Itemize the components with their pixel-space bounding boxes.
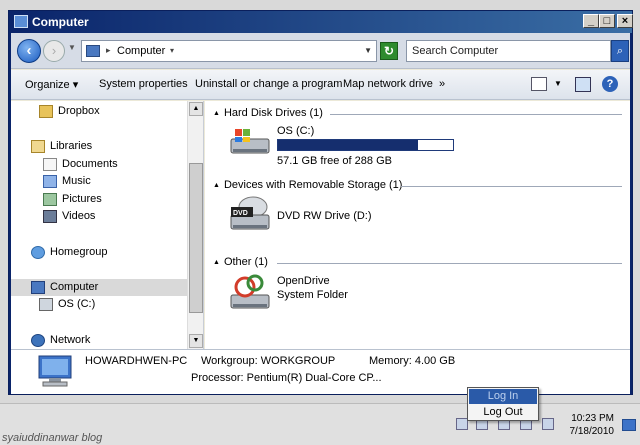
close-button[interactable]: ×	[617, 14, 633, 28]
volume-icon[interactable]	[542, 418, 554, 430]
pictures-icon	[43, 192, 57, 206]
computer-icon	[86, 45, 100, 57]
change-view-icon[interactable]	[531, 77, 547, 91]
nav-item-dropbox[interactable]: Dropbox	[39, 103, 100, 120]
pc-name: HOWARDHWEN-PC	[85, 355, 188, 367]
search-input[interactable]: Search Computer	[406, 40, 611, 62]
maximize-button[interactable]: □	[599, 14, 615, 28]
computer-icon	[14, 15, 28, 28]
title-bar[interactable]: Computer _ □ ×	[9, 11, 633, 33]
clock[interactable]: 10:23 PM 7/18/2010	[566, 412, 615, 438]
organize-button[interactable]: Organize ▾	[25, 78, 78, 91]
libraries-icon	[31, 139, 45, 153]
processor: Processor: Pentium(R) Dual-Core CP...	[191, 372, 382, 384]
opendrive-type: System Folder	[277, 289, 348, 301]
drive-icon	[39, 297, 53, 311]
system-properties-button[interactable]: System properties	[99, 78, 188, 90]
group-divider	[277, 263, 622, 264]
nav-item-libraries[interactable]: Libraries	[31, 138, 92, 155]
refresh-button[interactable]: ↻	[380, 42, 398, 60]
breadcrumb-computer[interactable]: Computer	[117, 45, 165, 57]
nav-item-documents[interactable]: Documents	[43, 156, 118, 173]
content-pane: ▲ Hard Disk Drives (1) OS (C:) 57.1 GB fr…	[205, 101, 630, 349]
nav-item-pictures[interactable]: Pictures	[43, 191, 102, 208]
menu-item-log-out[interactable]: Log Out	[469, 405, 537, 420]
drive-os-c[interactable]: OS (C:) 57.1 GB free of 288 GB	[229, 125, 489, 167]
opendrive-folder[interactable]: OpenDrive System Folder	[229, 274, 489, 315]
explorer-window: Computer _ □ × ‹ › ▼ ▸ Computer ▾ ▼ ↻ Se…	[8, 10, 633, 395]
nav-item-homegroup[interactable]: Homegroup	[31, 244, 107, 261]
opendrive-name: OpenDrive	[277, 275, 330, 287]
command-bar: Organize ▾ System properties Uninstall o…	[11, 70, 630, 100]
breadcrumb-arrow-icon[interactable]: ▾	[170, 46, 174, 55]
drive-free-space: 57.1 GB free of 288 GB	[277, 155, 392, 167]
disk-usage-fill	[278, 140, 418, 150]
drive-name: OS (C:)	[277, 125, 315, 137]
more-commands-button[interactable]: »	[439, 78, 445, 90]
drive-name: DVD RW Drive (D:)	[277, 210, 372, 222]
nav-item-videos[interactable]: Videos	[43, 208, 95, 225]
address-field[interactable]: ▸ Computer ▾ ▼	[81, 40, 377, 62]
computer-icon	[38, 355, 72, 387]
videos-icon	[43, 209, 57, 223]
help-icon[interactable]: ?	[602, 76, 618, 92]
documents-icon	[43, 157, 57, 171]
tray-context-menu: Log In Log Out	[467, 387, 539, 421]
group-divider	[330, 114, 622, 115]
nav-item-computer[interactable]: Computer	[11, 279, 187, 296]
drive-dvd-d[interactable]: DVD DVD RW Drive (D:)	[229, 196, 489, 241]
group-header-hdd[interactable]: ▲ Hard Disk Drives (1)	[213, 107, 323, 119]
memory: Memory: 4.00 GB	[369, 355, 456, 367]
map-network-drive-button[interactable]: Map network drive	[343, 78, 433, 90]
scroll-down-icon[interactable]: ▼	[189, 334, 203, 348]
music-icon	[43, 174, 57, 188]
breadcrumb-separator-icon[interactable]: ▸	[106, 45, 111, 56]
workgroup: Workgroup: WORKGROUP	[201, 355, 336, 367]
clock-date: 7/18/2010	[569, 426, 615, 437]
address-bar: ‹ › ▼ ▸ Computer ▾ ▼ ↻ Search Computer ⌕	[11, 33, 630, 69]
scroll-up-icon[interactable]: ▲	[189, 102, 203, 116]
window-title: Computer	[32, 15, 89, 29]
show-desktop-button[interactable]	[622, 419, 636, 431]
dvd-drive-icon: DVD	[230, 196, 270, 230]
disk-usage-bar	[277, 139, 454, 151]
collapse-arrow-icon[interactable]: ▲	[213, 110, 220, 117]
network-icon	[31, 333, 45, 347]
nav-item-os-drive[interactable]: OS (C:)	[39, 296, 95, 313]
minimize-button[interactable]: _	[583, 14, 599, 28]
homegroup-icon	[31, 245, 45, 259]
preview-pane-icon[interactable]	[575, 77, 591, 92]
collapse-arrow-icon[interactable]: ▲	[213, 259, 220, 266]
group-divider	[401, 186, 622, 187]
back-button[interactable]: ‹	[17, 39, 41, 63]
window-client: ‹ › ▼ ▸ Computer ▾ ▼ ↻ Search Computer ⌕…	[11, 33, 630, 394]
dvd-icon-label: DVD	[233, 210, 248, 217]
opendrive-icon	[230, 274, 270, 309]
group-header-removable[interactable]: ▲ Devices with Removable Storage (1)	[213, 179, 402, 191]
group-header-other[interactable]: ▲ Other (1)	[213, 256, 268, 268]
address-dropdown-icon[interactable]: ▼	[364, 46, 372, 55]
scroll-thumb[interactable]	[189, 163, 203, 313]
nav-item-network[interactable]: Network	[31, 332, 90, 349]
folder-icon	[39, 104, 53, 118]
nav-item-music[interactable]: Music	[43, 173, 91, 190]
uninstall-program-button[interactable]: Uninstall or change a program	[195, 78, 342, 90]
navigation-pane: Dropbox Libraries Documents Music Pictur…	[11, 101, 204, 349]
recent-pages-dropdown[interactable]: ▼	[68, 43, 76, 52]
view-dropdown-icon[interactable]: ▼	[554, 79, 562, 88]
taskbar: syaiuddinanwar blog 10:23 PM 7/18/2010	[0, 403, 640, 445]
computer-icon	[31, 280, 45, 294]
forward-button[interactable]: ›	[43, 40, 65, 62]
hard-drive-icon	[230, 129, 270, 154]
collapse-arrow-icon[interactable]: ▲	[213, 182, 220, 189]
nav-scrollbar[interactable]: ▲ ▼	[187, 101, 203, 349]
search-icon[interactable]: ⌕	[611, 40, 629, 62]
clock-time: 10:23 PM	[571, 413, 614, 424]
watermark: syaiuddinanwar blog	[2, 432, 103, 444]
menu-item-log-in[interactable]: Log In	[469, 389, 537, 404]
